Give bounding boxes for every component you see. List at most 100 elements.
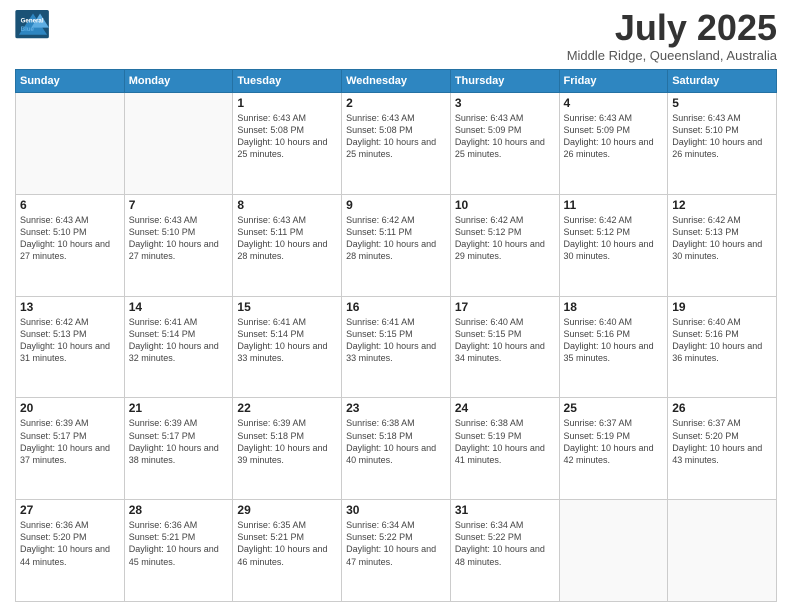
day-info: Sunrise: 6:43 AM Sunset: 5:08 PM Dayligh… <box>237 112 337 161</box>
day-number: 19 <box>672 300 772 314</box>
calendar-week-row: 13 Sunrise: 6:42 AM Sunset: 5:13 PM Dayli… <box>16 296 777 398</box>
table-row: 20 Sunrise: 6:39 AM Sunset: 5:17 PM Dayli… <box>16 398 125 500</box>
day-info: Sunrise: 6:34 AM Sunset: 5:22 PM Dayligh… <box>346 519 446 568</box>
day-info: Sunrise: 6:42 AM Sunset: 5:13 PM Dayligh… <box>672 214 772 263</box>
day-info: Sunrise: 6:42 AM Sunset: 5:12 PM Dayligh… <box>455 214 555 263</box>
day-info: Sunrise: 6:34 AM Sunset: 5:22 PM Dayligh… <box>455 519 555 568</box>
day-info: Sunrise: 6:38 AM Sunset: 5:19 PM Dayligh… <box>455 417 555 466</box>
day-info: Sunrise: 6:43 AM Sunset: 5:10 PM Dayligh… <box>672 112 772 161</box>
day-number: 30 <box>346 503 446 517</box>
table-row: 15 Sunrise: 6:41 AM Sunset: 5:14 PM Dayli… <box>233 296 342 398</box>
day-info: Sunrise: 6:40 AM Sunset: 5:16 PM Dayligh… <box>672 316 772 365</box>
calendar-header-row: Sunday Monday Tuesday Wednesday Thursday… <box>16 70 777 93</box>
day-number: 23 <box>346 401 446 415</box>
page: General Blue July 2025 Middle Ridge, Que… <box>0 0 792 612</box>
header-monday: Monday <box>124 70 233 93</box>
table-row: 9 Sunrise: 6:42 AM Sunset: 5:11 PM Daylig… <box>342 194 451 296</box>
day-info: Sunrise: 6:37 AM Sunset: 5:19 PM Dayligh… <box>564 417 664 466</box>
table-row: 10 Sunrise: 6:42 AM Sunset: 5:12 PM Dayli… <box>450 194 559 296</box>
day-info: Sunrise: 6:43 AM Sunset: 5:10 PM Dayligh… <box>129 214 229 263</box>
day-info: Sunrise: 6:43 AM Sunset: 5:11 PM Dayligh… <box>237 214 337 263</box>
day-number: 26 <box>672 401 772 415</box>
day-info: Sunrise: 6:41 AM Sunset: 5:14 PM Dayligh… <box>237 316 337 365</box>
table-row: 17Sunrise: 6:40 AM Sunset: 5:15 PM Dayli… <box>450 296 559 398</box>
day-number: 8 <box>237 198 337 212</box>
table-row <box>559 500 668 602</box>
calendar-week-row: 20 Sunrise: 6:39 AM Sunset: 5:17 PM Dayli… <box>16 398 777 500</box>
day-number: 20 <box>20 401 120 415</box>
day-number: 9 <box>346 198 446 212</box>
day-info: Sunrise: 6:36 AM Sunset: 5:21 PM Dayligh… <box>129 519 229 568</box>
table-row: 29Sunrise: 6:35 AM Sunset: 5:21 PM Dayli… <box>233 500 342 602</box>
day-number: 1 <box>237 96 337 110</box>
day-info: Sunrise: 6:39 AM Sunset: 5:18 PM Dayligh… <box>237 417 337 466</box>
day-number: 17 <box>455 300 555 314</box>
table-row: 8 Sunrise: 6:43 AM Sunset: 5:11 PM Daylig… <box>233 194 342 296</box>
day-number: 11 <box>564 198 664 212</box>
table-row: 25 Sunrise: 6:37 AM Sunset: 5:19 PM Dayli… <box>559 398 668 500</box>
day-number: 2 <box>346 96 446 110</box>
day-number: 4 <box>564 96 664 110</box>
calendar-table: Sunday Monday Tuesday Wednesday Thursday… <box>15 69 777 602</box>
header-thursday: Thursday <box>450 70 559 93</box>
day-info: Sunrise: 6:43 AM Sunset: 5:09 PM Dayligh… <box>455 112 555 161</box>
day-number: 3 <box>455 96 555 110</box>
day-info: Sunrise: 6:40 AM Sunset: 5:16 PM Dayligh… <box>564 316 664 365</box>
header-friday: Friday <box>559 70 668 93</box>
day-number: 5 <box>672 96 772 110</box>
location: Middle Ridge, Queensland, Australia <box>567 48 777 63</box>
table-row: 12 Sunrise: 6:42 AM Sunset: 5:13 PM Dayli… <box>668 194 777 296</box>
day-info: Sunrise: 6:39 AM Sunset: 5:17 PM Dayligh… <box>129 417 229 466</box>
table-row: 19 Sunrise: 6:40 AM Sunset: 5:16 PM Dayli… <box>668 296 777 398</box>
table-row: 3 Sunrise: 6:43 AM Sunset: 5:09 PM Daylig… <box>450 93 559 195</box>
table-row: 4 Sunrise: 6:43 AM Sunset: 5:09 PM Daylig… <box>559 93 668 195</box>
header-wednesday: Wednesday <box>342 70 451 93</box>
day-number: 27 <box>20 503 120 517</box>
day-number: 28 <box>129 503 229 517</box>
header-saturday: Saturday <box>668 70 777 93</box>
svg-text:General: General <box>21 17 44 24</box>
day-info: Sunrise: 6:43 AM Sunset: 5:10 PM Dayligh… <box>20 214 120 263</box>
day-number: 18 <box>564 300 664 314</box>
day-number: 12 <box>672 198 772 212</box>
logo-icon: General Blue <box>15 10 51 40</box>
day-info: Sunrise: 6:43 AM Sunset: 5:08 PM Dayligh… <box>346 112 446 161</box>
table-row: 23Sunrise: 6:38 AM Sunset: 5:18 PM Dayli… <box>342 398 451 500</box>
day-info: Sunrise: 6:42 AM Sunset: 5:13 PM Dayligh… <box>20 316 120 365</box>
table-row: 18 Sunrise: 6:40 AM Sunset: 5:16 PM Dayli… <box>559 296 668 398</box>
day-number: 31 <box>455 503 555 517</box>
table-row <box>668 500 777 602</box>
day-info: Sunrise: 6:41 AM Sunset: 5:14 PM Dayligh… <box>129 316 229 365</box>
day-info: Sunrise: 6:42 AM Sunset: 5:12 PM Dayligh… <box>564 214 664 263</box>
month-title: July 2025 <box>567 10 777 46</box>
day-number: 25 <box>564 401 664 415</box>
table-row: 6 Sunrise: 6:43 AM Sunset: 5:10 PM Daylig… <box>16 194 125 296</box>
calendar-week-row: 6 Sunrise: 6:43 AM Sunset: 5:10 PM Daylig… <box>16 194 777 296</box>
table-row: 1 Sunrise: 6:43 AM Sunset: 5:08 PM Daylig… <box>233 93 342 195</box>
day-info: Sunrise: 6:36 AM Sunset: 5:20 PM Dayligh… <box>20 519 120 568</box>
table-row: 5 Sunrise: 6:43 AM Sunset: 5:10 PM Daylig… <box>668 93 777 195</box>
day-number: 14 <box>129 300 229 314</box>
header-sunday: Sunday <box>16 70 125 93</box>
svg-text:Blue: Blue <box>21 26 35 33</box>
day-info: Sunrise: 6:43 AM Sunset: 5:09 PM Dayligh… <box>564 112 664 161</box>
table-row <box>16 93 125 195</box>
day-info: Sunrise: 6:41 AM Sunset: 5:15 PM Dayligh… <box>346 316 446 365</box>
logo: General Blue <box>15 10 51 40</box>
day-info: Sunrise: 6:42 AM Sunset: 5:11 PM Dayligh… <box>346 214 446 263</box>
day-number: 15 <box>237 300 337 314</box>
day-info: Sunrise: 6:39 AM Sunset: 5:17 PM Dayligh… <box>20 417 120 466</box>
calendar-week-row: 27 Sunrise: 6:36 AM Sunset: 5:20 PM Dayli… <box>16 500 777 602</box>
day-number: 24 <box>455 401 555 415</box>
day-number: 6 <box>20 198 120 212</box>
day-info: Sunrise: 6:37 AM Sunset: 5:20 PM Dayligh… <box>672 417 772 466</box>
day-number: 22 <box>237 401 337 415</box>
table-row: 14 Sunrise: 6:41 AM Sunset: 5:14 PM Dayli… <box>124 296 233 398</box>
table-row: 24 Sunrise: 6:38 AM Sunset: 5:19 PM Dayli… <box>450 398 559 500</box>
table-row: 30 Sunrise: 6:34 AM Sunset: 5:22 PM Dayli… <box>342 500 451 602</box>
table-row: 7 Sunrise: 6:43 AM Sunset: 5:10 PM Daylig… <box>124 194 233 296</box>
day-number: 7 <box>129 198 229 212</box>
day-number: 10 <box>455 198 555 212</box>
table-row: 13 Sunrise: 6:42 AM Sunset: 5:13 PM Dayli… <box>16 296 125 398</box>
day-number: 13 <box>20 300 120 314</box>
